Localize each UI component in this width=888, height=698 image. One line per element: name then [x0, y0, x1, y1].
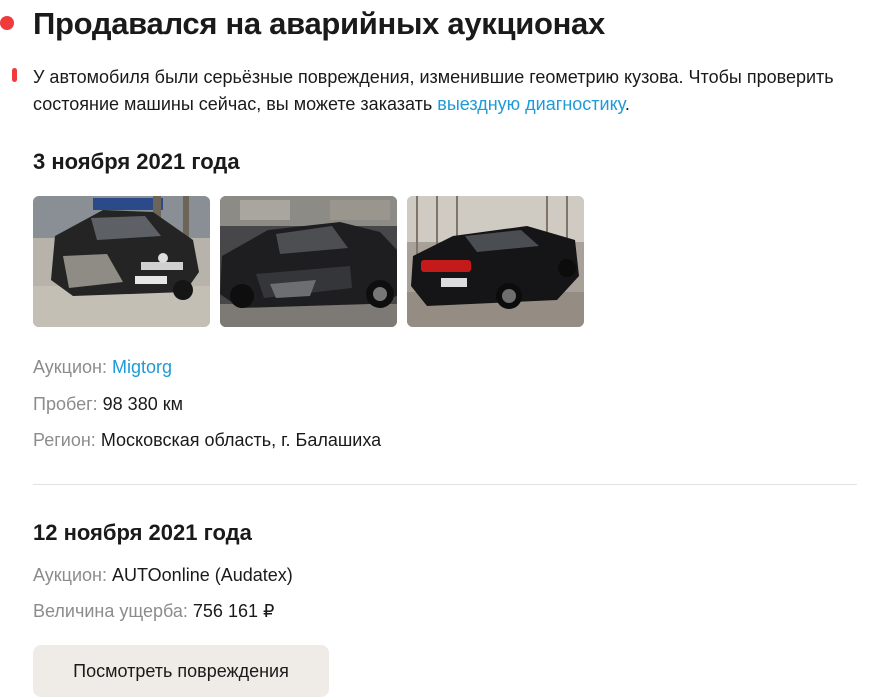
region-row: Регион: Московская область, г. Балашиха [33, 427, 381, 453]
view-damage-button[interactable]: Посмотреть повреждения [33, 645, 329, 697]
auction-row: Аукцион: AUTOonline (Audatex) [33, 562, 293, 588]
region-value: Московская область, г. Балашиха [100, 430, 382, 450]
damage-value: 756 161 ₽ [192, 601, 275, 621]
warning-end: . [624, 94, 630, 114]
warning-marker [12, 68, 17, 82]
page-title: Продавался на аварийных аукционах [33, 6, 605, 41]
warning-text: У автомобиля были серьёзные повреждения,… [33, 64, 873, 118]
auction-row: Аукцион: Migtorg [33, 354, 172, 380]
damage-photo[interactable] [33, 196, 210, 327]
warning-message: У автомобиля были серьёзные повреждения,… [33, 67, 834, 114]
mileage-value: 98 380 км [102, 394, 183, 414]
damage-photo[interactable] [407, 196, 584, 327]
damage-row: Величина ущерба: 756 161 ₽ [33, 598, 274, 624]
record-date: 12 ноября 2021 года [33, 520, 252, 545]
diagnostics-link[interactable]: выездную диагностику [437, 94, 625, 114]
record-date: 3 ноября 2021 года [33, 149, 240, 174]
auction-label: Аукцион: [33, 357, 112, 377]
auction-link[interactable]: Migtorg [112, 357, 172, 377]
auction-label: Аукцион: [33, 565, 112, 585]
region-label: Регион: [33, 430, 101, 450]
title-dot [0, 16, 14, 30]
damage-label: Величина ущерба: [33, 601, 193, 621]
section-divider [33, 484, 857, 485]
mileage-label: Пробег: [33, 394, 103, 414]
auction-value: AUTOonline (Audatex) [112, 565, 293, 585]
mileage-row: Пробег: 98 380 км [33, 391, 183, 417]
damage-photo[interactable] [220, 196, 397, 327]
